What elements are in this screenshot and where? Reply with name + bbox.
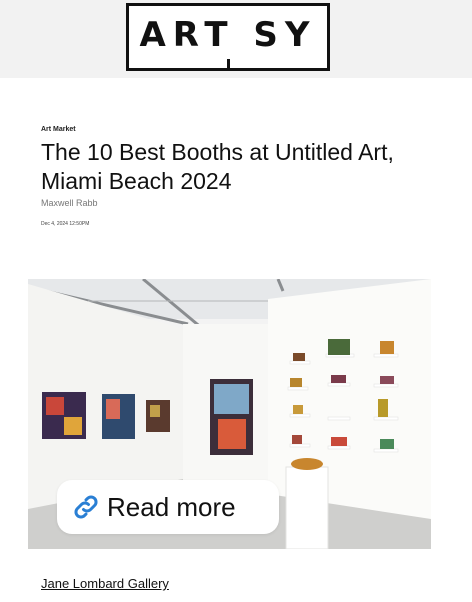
article-title: The 10 Best Booths at Untitled Art, Miam… xyxy=(41,139,394,194)
read-more-button[interactable]: Read more xyxy=(57,480,279,534)
read-more-label: Read more xyxy=(107,491,236,522)
hero-image[interactable]: Read more xyxy=(28,279,431,549)
painting-detail xyxy=(150,405,160,417)
logo-tick xyxy=(227,59,230,71)
article-date: Dec 4, 2024 12:50PM xyxy=(41,221,90,227)
painting-detail xyxy=(214,384,249,414)
gallery-link[interactable]: Jane Lombard Gallery xyxy=(41,576,169,591)
link-icon xyxy=(74,495,98,519)
painting-detail xyxy=(46,397,64,415)
painting-detail xyxy=(218,419,246,449)
logo-text: ART SY xyxy=(139,15,317,55)
painting-detail xyxy=(106,399,120,419)
artsy-logo[interactable]: ART SY xyxy=(126,3,330,71)
pedestal xyxy=(285,466,329,549)
article-author[interactable]: Maxwell Rabb xyxy=(41,198,98,208)
header-bar: ART SY xyxy=(0,0,472,78)
painting-detail xyxy=(64,417,82,435)
pedestal-sculpture xyxy=(291,458,323,470)
article-category[interactable]: Art Market xyxy=(41,126,76,133)
